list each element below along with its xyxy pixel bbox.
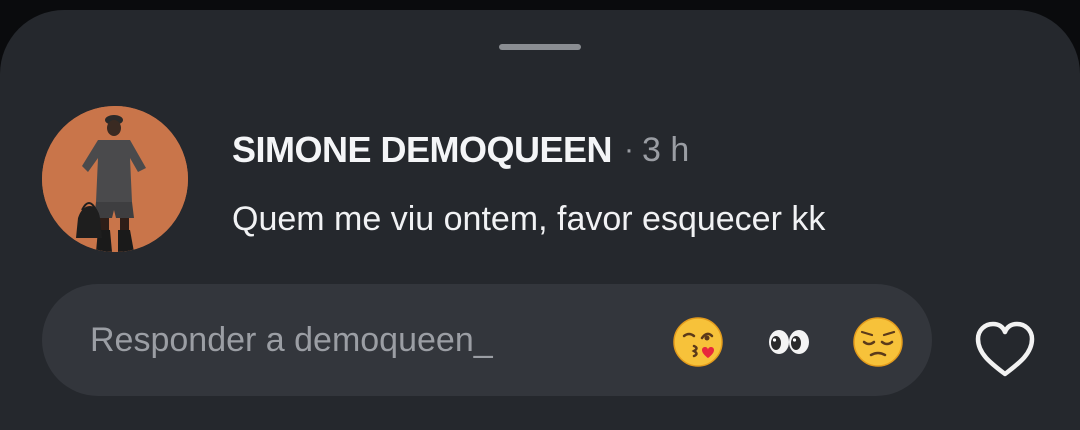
story-author-line: SIMONE DEMOQUEEN · 3 h [232,128,689,172]
author-username[interactable]: SIMONE DEMOQUEEN [232,129,613,171]
avatar[interactable] [42,106,188,252]
pensive-face-icon [853,317,903,367]
drag-handle[interactable] [499,44,581,50]
eyes-icon [769,330,809,354]
story-caption: Quem me viu ontem, favor esquecer kk [232,200,826,238]
face-blowing-kiss-icon [673,317,723,367]
reply-input[interactable] [90,312,610,368]
pensive-face-emoji[interactable] [852,316,904,368]
like-button[interactable] [972,318,1038,380]
eyes-emoji[interactable] [762,316,814,368]
avatar-photo [42,106,188,252]
timestamp: 3 h [642,130,690,169]
reply-bar [42,284,932,396]
heart-outline-icon [975,321,1035,377]
separator-dot: · [624,133,635,166]
face-blowing-kiss-emoji[interactable] [672,316,724,368]
